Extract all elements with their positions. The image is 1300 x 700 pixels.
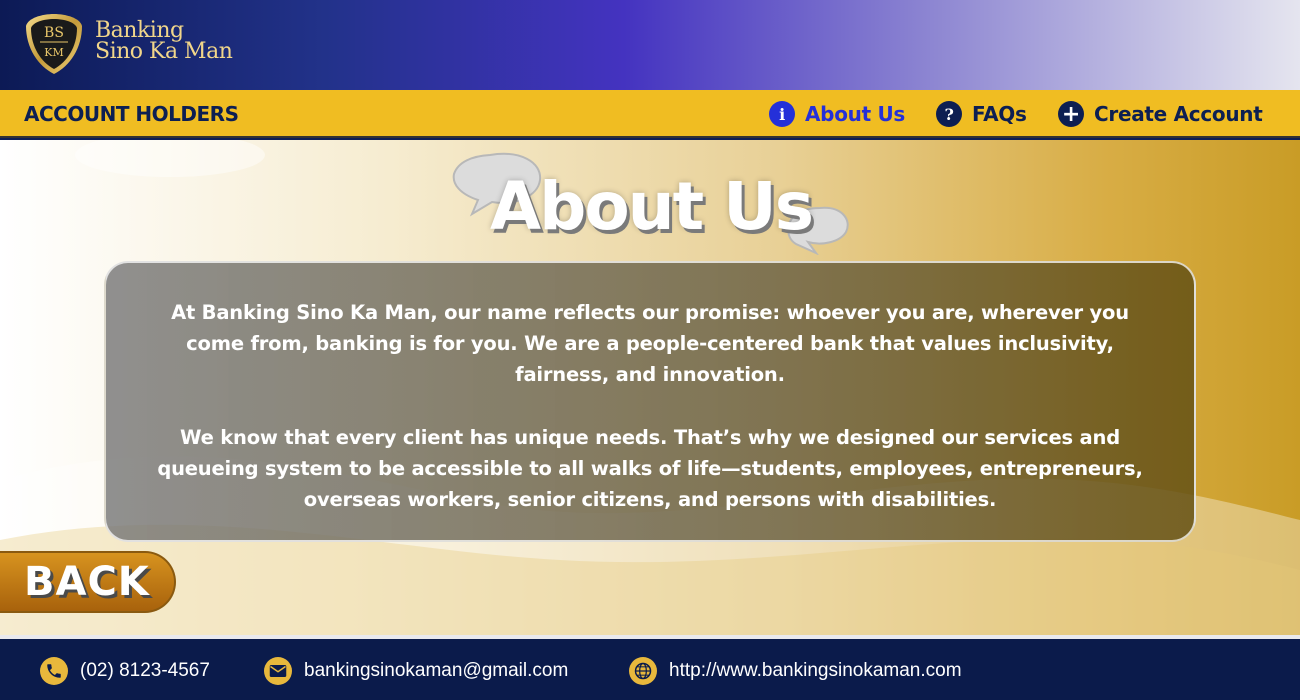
footer: (02) 8123-4567 bankingsinokaman@gmail.co… [0,635,1300,700]
back-button-label: BACK [24,559,150,605]
about-info-card: At Banking Sino Ka Man, our name reflect… [104,261,1196,542]
nav-create-account-label: Create Account [1094,102,1263,126]
mail-icon [264,657,292,685]
footer-email-text: bankingsinokaman@gmail.com [304,660,569,681]
footer-phone-text: (02) 8123-4567 [80,660,210,681]
nav-create-account[interactable]: + Create Account [1058,100,1263,128]
title-wrap: About Us [450,150,860,255]
footer-website[interactable]: http://www.bankingsinokaman.com [629,657,962,685]
nav-bar: ACCOUNT HOLDERS i About Us ? FAQs + Crea… [0,90,1300,138]
footer-phone[interactable]: (02) 8123-4567 [40,657,210,685]
globe-icon [629,657,657,685]
about-paragraph-1: At Banking Sino Ka Man, our name reflect… [171,301,1129,386]
page-title: About Us [490,168,814,245]
brand-line-2: Sino Ka Man [95,39,233,64]
footer-website-text: http://www.bankingsinokaman.com [669,660,962,681]
logo-initials-bottom: KM [44,46,63,59]
nav-about-us[interactable]: i About Us [769,100,905,128]
main-content: About Us At Banking Sino Ka Man, our nam… [0,140,1300,635]
shield-logo-icon: BS KM [26,14,82,74]
phone-icon [40,657,68,685]
section-title: ACCOUNT HOLDERS [24,102,239,126]
back-button[interactable]: BACK [0,551,176,613]
info-icon: i [769,101,795,127]
brand-line-1: Banking [95,18,184,43]
nav-faqs-label: FAQs [972,102,1027,126]
question-icon: ? [936,101,962,127]
plus-icon: + [1058,101,1084,127]
nav-about-us-label: About Us [805,102,906,126]
nav-faqs[interactable]: ? FAQs [936,100,1027,128]
top-header: BS KM Banking Sino Ka Man [0,0,1300,90]
about-paragraph-2: We know that every client has unique nee… [157,426,1143,511]
bank-logo-badge[interactable]: BS KM [24,12,84,76]
logo-initials-top: BS [44,25,64,41]
footer-email[interactable]: bankingsinokaman@gmail.com [264,657,568,685]
brand-name[interactable]: Banking Sino Ka Man [95,18,233,64]
